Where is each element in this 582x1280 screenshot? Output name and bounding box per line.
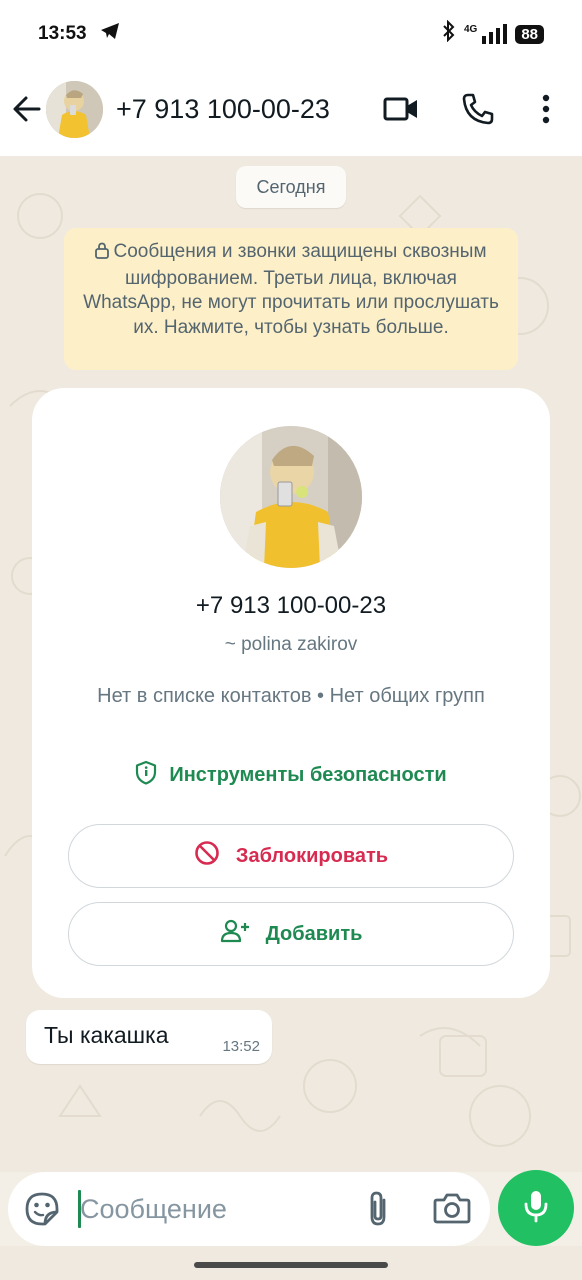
contact-title[interactable]: +7 913 100-00-23 <box>116 94 330 125</box>
message-bubble-incoming[interactable]: Ты какашка 13:52 <box>26 1010 272 1064</box>
emoji-sticker-icon[interactable] <box>24 1191 60 1227</box>
add-contact-label: Добавить <box>265 922 363 945</box>
status-bar: 13:53 4G 88 <box>0 0 582 68</box>
encryption-notice[interactable]: Сообщения и звонки защищены сквозным шиф… <box>64 228 518 370</box>
home-indicator[interactable] <box>194 1262 388 1268</box>
status-time: 13:53 <box>38 23 87 44</box>
arrow-left-icon[interactable] <box>10 92 44 126</box>
block-button-label: Заблокировать <box>235 844 389 867</box>
card-contact-info: Нет в списке контактов • Нет общих групп <box>97 685 485 707</box>
date-chip: Сегодня <box>236 166 346 208</box>
person-add-icon <box>220 919 250 949</box>
add-contact-button[interactable]: Добавить <box>68 902 514 966</box>
message-text: Ты какашка <box>44 1022 169 1048</box>
lock-icon <box>95 242 110 267</box>
microphone-icon <box>522 1189 550 1228</box>
telegram-icon <box>99 21 121 47</box>
contact-avatar[interactable] <box>46 81 103 138</box>
voice-message-button[interactable] <box>498 1170 574 1246</box>
contact-avatar-large[interactable] <box>220 426 362 568</box>
card-contact-name: ~ polina zakirov <box>224 634 358 655</box>
safety-tools-label: Инструменты безопасности <box>169 764 447 786</box>
more-vert-icon[interactable] <box>527 90 565 128</box>
network-type: 4G <box>463 24 478 35</box>
block-button[interactable]: Заблокировать <box>68 824 514 888</box>
chat-header: +7 913 100-00-23 <box>0 68 582 156</box>
attach-icon[interactable] <box>362 1190 398 1228</box>
encryption-notice-text: Сообщения и звонки защищены сквозным шиф… <box>83 241 499 338</box>
block-icon <box>194 840 220 872</box>
contact-profile-card: +7 913 100-00-23 ~ polina zakirov Нет в … <box>32 388 550 998</box>
phone-call-icon[interactable] <box>459 90 497 128</box>
bluetooth-icon <box>442 19 456 48</box>
chat-area[interactable]: Сегодня Сообщения и звонки защищены скво… <box>0 156 582 1172</box>
message-composer <box>8 1172 490 1246</box>
message-input[interactable] <box>80 1188 340 1230</box>
battery-level: 88 <box>515 24 544 44</box>
card-phone-number: +7 913 100-00-23 <box>195 592 387 619</box>
status-indicators: 4G 88 <box>442 19 544 48</box>
signal-icon: 4G <box>463 24 508 44</box>
safety-tools-link[interactable]: Инструменты безопасности <box>32 760 550 791</box>
video-call-icon[interactable] <box>382 90 420 128</box>
shield-icon <box>135 760 157 791</box>
camera-icon[interactable] <box>432 1190 472 1228</box>
message-time: 13:52 <box>222 1038 260 1055</box>
